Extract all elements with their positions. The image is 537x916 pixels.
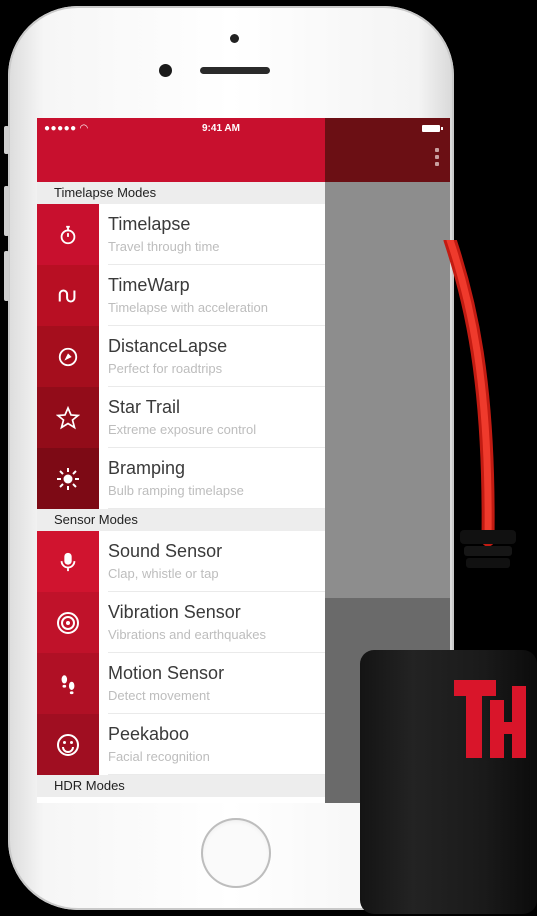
- wave-icon: [37, 265, 99, 326]
- mode-item[interactable]: Bramping Bulb ramping timelapse: [37, 448, 325, 509]
- sun-icon: [37, 448, 99, 509]
- footprints-icon: [37, 653, 99, 714]
- mode-item[interactable]: Sound Sensor Clap, whistle or tap: [37, 531, 325, 592]
- mode-subtitle: Facial recognition: [108, 749, 210, 764]
- side-panel-header: [325, 118, 450, 182]
- mode-item[interactable]: TimeWarp Timelapse with acceleration: [37, 265, 325, 326]
- section-header: HDR Modes: [37, 775, 325, 797]
- mode-title: Sound Sensor: [108, 541, 223, 561]
- compass-icon: [37, 326, 99, 387]
- mode-title: Bramping: [108, 458, 186, 478]
- mode-subtitle: Travel through time: [108, 239, 220, 254]
- stopwatch-icon: [37, 204, 99, 265]
- mode-subtitle: Vibrations and earthquakes: [108, 627, 267, 642]
- mode-item[interactable]: DistanceLapse Perfect for roadtrips: [37, 326, 325, 387]
- star-icon: [37, 387, 99, 448]
- mode-title: TimeWarp: [108, 275, 190, 295]
- front-camera: [230, 34, 239, 43]
- mode-subtitle: Timelapse with acceleration: [108, 300, 268, 315]
- trigger-cable: [443, 240, 516, 568]
- earpiece-speaker: [200, 67, 270, 74]
- mode-item[interactable]: Timelapse Travel through time: [37, 204, 325, 265]
- microphone-icon: [37, 531, 99, 592]
- mode-item[interactable]: Peekaboo Facial recognition: [37, 714, 325, 775]
- battery-icon: [422, 125, 443, 132]
- mode-subtitle: Detect movement: [108, 688, 210, 703]
- mode-title: Motion Sensor: [108, 663, 225, 683]
- mode-title: DistanceLapse: [108, 336, 228, 356]
- section-header: Timelapse Modes: [37, 182, 325, 204]
- mode-subtitle: Bulb ramping timelapse: [108, 483, 244, 498]
- proximity-sensor: [159, 64, 172, 77]
- mode-item[interactable]: Vibration Sensor Vibrations and earthquak…: [37, 592, 325, 653]
- volume-up-button: [4, 186, 9, 236]
- status-bar: ●●●●● ◠ 9:41 AM: [37, 118, 325, 182]
- target-icon: [37, 592, 99, 653]
- device-logo: [454, 680, 526, 758]
- mute-switch: [4, 126, 9, 154]
- mode-item[interactable]: Star Trail Extreme exposure control: [37, 387, 325, 448]
- section-header: Sensor Modes: [37, 509, 325, 531]
- mode-title: Timelapse: [108, 214, 191, 234]
- mode-title: Peekaboo: [108, 724, 190, 744]
- mode-subtitle: Perfect for roadtrips: [108, 361, 223, 376]
- more-menu-icon[interactable]: [435, 148, 440, 166]
- mode-title: Star Trail: [108, 397, 181, 417]
- home-button[interactable]: [201, 818, 271, 888]
- smiley-icon: [37, 714, 99, 775]
- mode-title: Vibration Sensor: [108, 602, 241, 622]
- signal-indicator: ●●●●● ◠: [44, 123, 89, 134]
- mode-subtitle: Extreme exposure control: [108, 422, 257, 437]
- volume-down-button: [4, 251, 9, 301]
- mode-subtitle: Clap, whistle or tap: [108, 566, 219, 581]
- mode-item[interactable]: Motion Sensor Detect movement: [37, 653, 325, 714]
- status-time: 9:41 AM: [202, 123, 240, 134]
